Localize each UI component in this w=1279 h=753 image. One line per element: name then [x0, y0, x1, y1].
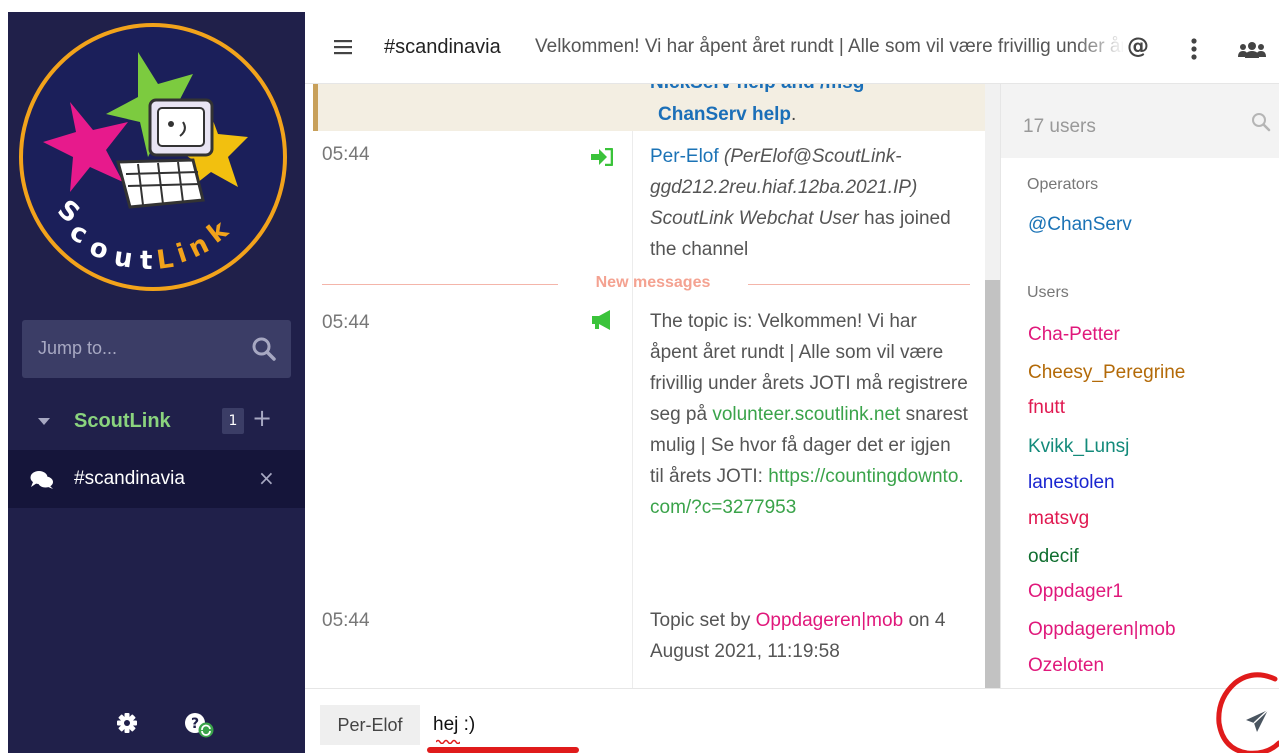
nick-oppdageren-mob[interactable]: Oppdageren|mob [756, 610, 904, 631]
users-list-icon[interactable] [1238, 41, 1266, 59]
operators-heading: Operators [1027, 176, 1099, 193]
motd-text-clipped: NickServ help and /msg [650, 84, 864, 94]
scoutlink-logo: S c o u t L i n k [19, 23, 287, 291]
jump-to-search[interactable]: Jump to... [22, 320, 291, 378]
users-heading: Users [1027, 284, 1069, 301]
message-input[interactable] [433, 705, 1193, 745]
channel-label: #scandinavia [74, 468, 185, 489]
column-divider [632, 131, 633, 688]
join-arrow-icon [591, 148, 613, 166]
channel-topic[interactable]: Velkommen! Vi har åpent året rundt | All… [535, 36, 1123, 58]
megaphone-icon [592, 310, 610, 330]
new-messages-label: New messages [595, 274, 711, 291]
user-item[interactable]: lanestolen [1028, 472, 1115, 494]
message-time: 05:44 [322, 312, 370, 333]
topic-fade [1075, 32, 1125, 62]
user-item[interactable]: Oppdageren|mob [1028, 619, 1176, 641]
channel-header: #scandinavia Velkommen! Vi har åpent åre… [305, 12, 1279, 84]
user-item[interactable]: odecif [1028, 546, 1079, 568]
motd-block: NickServ help and /msg ChanServ help. [313, 84, 985, 131]
message-input-bar: Per-Elof [305, 672, 1279, 753]
join-message: Per-Elof (PerElof@ScoutLink-ggd212.2reu.… [650, 141, 968, 265]
user-item[interactable]: fnutt [1028, 397, 1065, 419]
volunteer-link[interactable]: volunteer.scoutlink.net [712, 404, 900, 425]
hamburger-menu-icon[interactable] [334, 39, 352, 55]
more-options-icon[interactable] [1191, 38, 1197, 60]
network-row[interactable]: ScoutLink 1 + [8, 402, 305, 442]
add-channel-button[interactable]: + [252, 404, 272, 432]
network-unread-badge: 1 [222, 408, 244, 434]
sidebar: S c o u t L i n k Jump to... ScoutLink 1… [8, 12, 305, 753]
message-scrollbar[interactable] [985, 84, 1000, 688]
svg-text:t: t [140, 246, 152, 276]
channel-title: #scandinavia [384, 36, 501, 58]
message-list[interactable]: NickServ help and /msg ChanServ help. 05… [305, 84, 985, 688]
search-icon[interactable] [1251, 112, 1271, 132]
own-nick-button[interactable]: Per-Elof [320, 705, 420, 745]
mentions-at-icon[interactable]: @ [1127, 34, 1149, 59]
join-realname: ScoutLink Webchat User [650, 208, 859, 229]
new-messages-divider: New messages [322, 274, 972, 294]
nick-per-elof[interactable]: Per-Elof [650, 146, 719, 167]
send-icon[interactable] [1245, 709, 1269, 733]
topic-message: The topic is: Velkommen! Vi har åpent år… [650, 306, 968, 523]
chanserv-help-link[interactable]: ChanServ help [658, 104, 791, 125]
user-item[interactable]: @ChanServ [1028, 214, 1132, 236]
message-time: 05:44 [322, 144, 370, 165]
close-channel-button[interactable]: × [258, 466, 275, 490]
scrollbar-thumb[interactable] [985, 280, 1000, 688]
motd-text: ChanServ help. [658, 104, 796, 126]
user-item[interactable]: matsvg [1028, 508, 1089, 530]
user-item[interactable]: Ozeloten [1028, 655, 1104, 677]
network-name[interactable]: ScoutLink [74, 410, 171, 433]
spellcheck-squiggle [436, 739, 460, 744]
message-time: 05:44 [322, 610, 370, 631]
caret-down-icon[interactable] [38, 418, 50, 425]
user-item[interactable]: Cheesy_Peregrine [1028, 362, 1185, 384]
sidebar-item-scandinavia[interactable]: #scandinavia × [8, 450, 305, 508]
svg-text:?: ? [191, 716, 199, 732]
user-list-header: 17 users [1001, 84, 1279, 158]
jump-placeholder: Jump to... [38, 338, 118, 358]
topic-set-prefix: Topic set by [650, 610, 751, 631]
user-item[interactable]: Kvikk_Lunsj [1028, 436, 1129, 458]
topic-set-message: Topic set by Oppdageren|mob on 4 August … [650, 605, 968, 667]
chat-bubbles-icon [30, 471, 53, 489]
motd-dot: . [791, 104, 797, 125]
user-list-panel: 17 users Operators @ChanServ Users Cha-P… [1000, 84, 1279, 688]
user-count: 17 users [1023, 116, 1096, 137]
annotation-underline [427, 747, 579, 753]
user-item[interactable]: Cha-Petter [1028, 324, 1120, 346]
help-icon[interactable]: ? [184, 712, 214, 738]
top-strip [0, 0, 1279, 12]
gear-icon[interactable] [116, 712, 138, 734]
search-icon[interactable] [251, 336, 277, 362]
user-item[interactable]: Oppdager1 [1028, 581, 1123, 603]
